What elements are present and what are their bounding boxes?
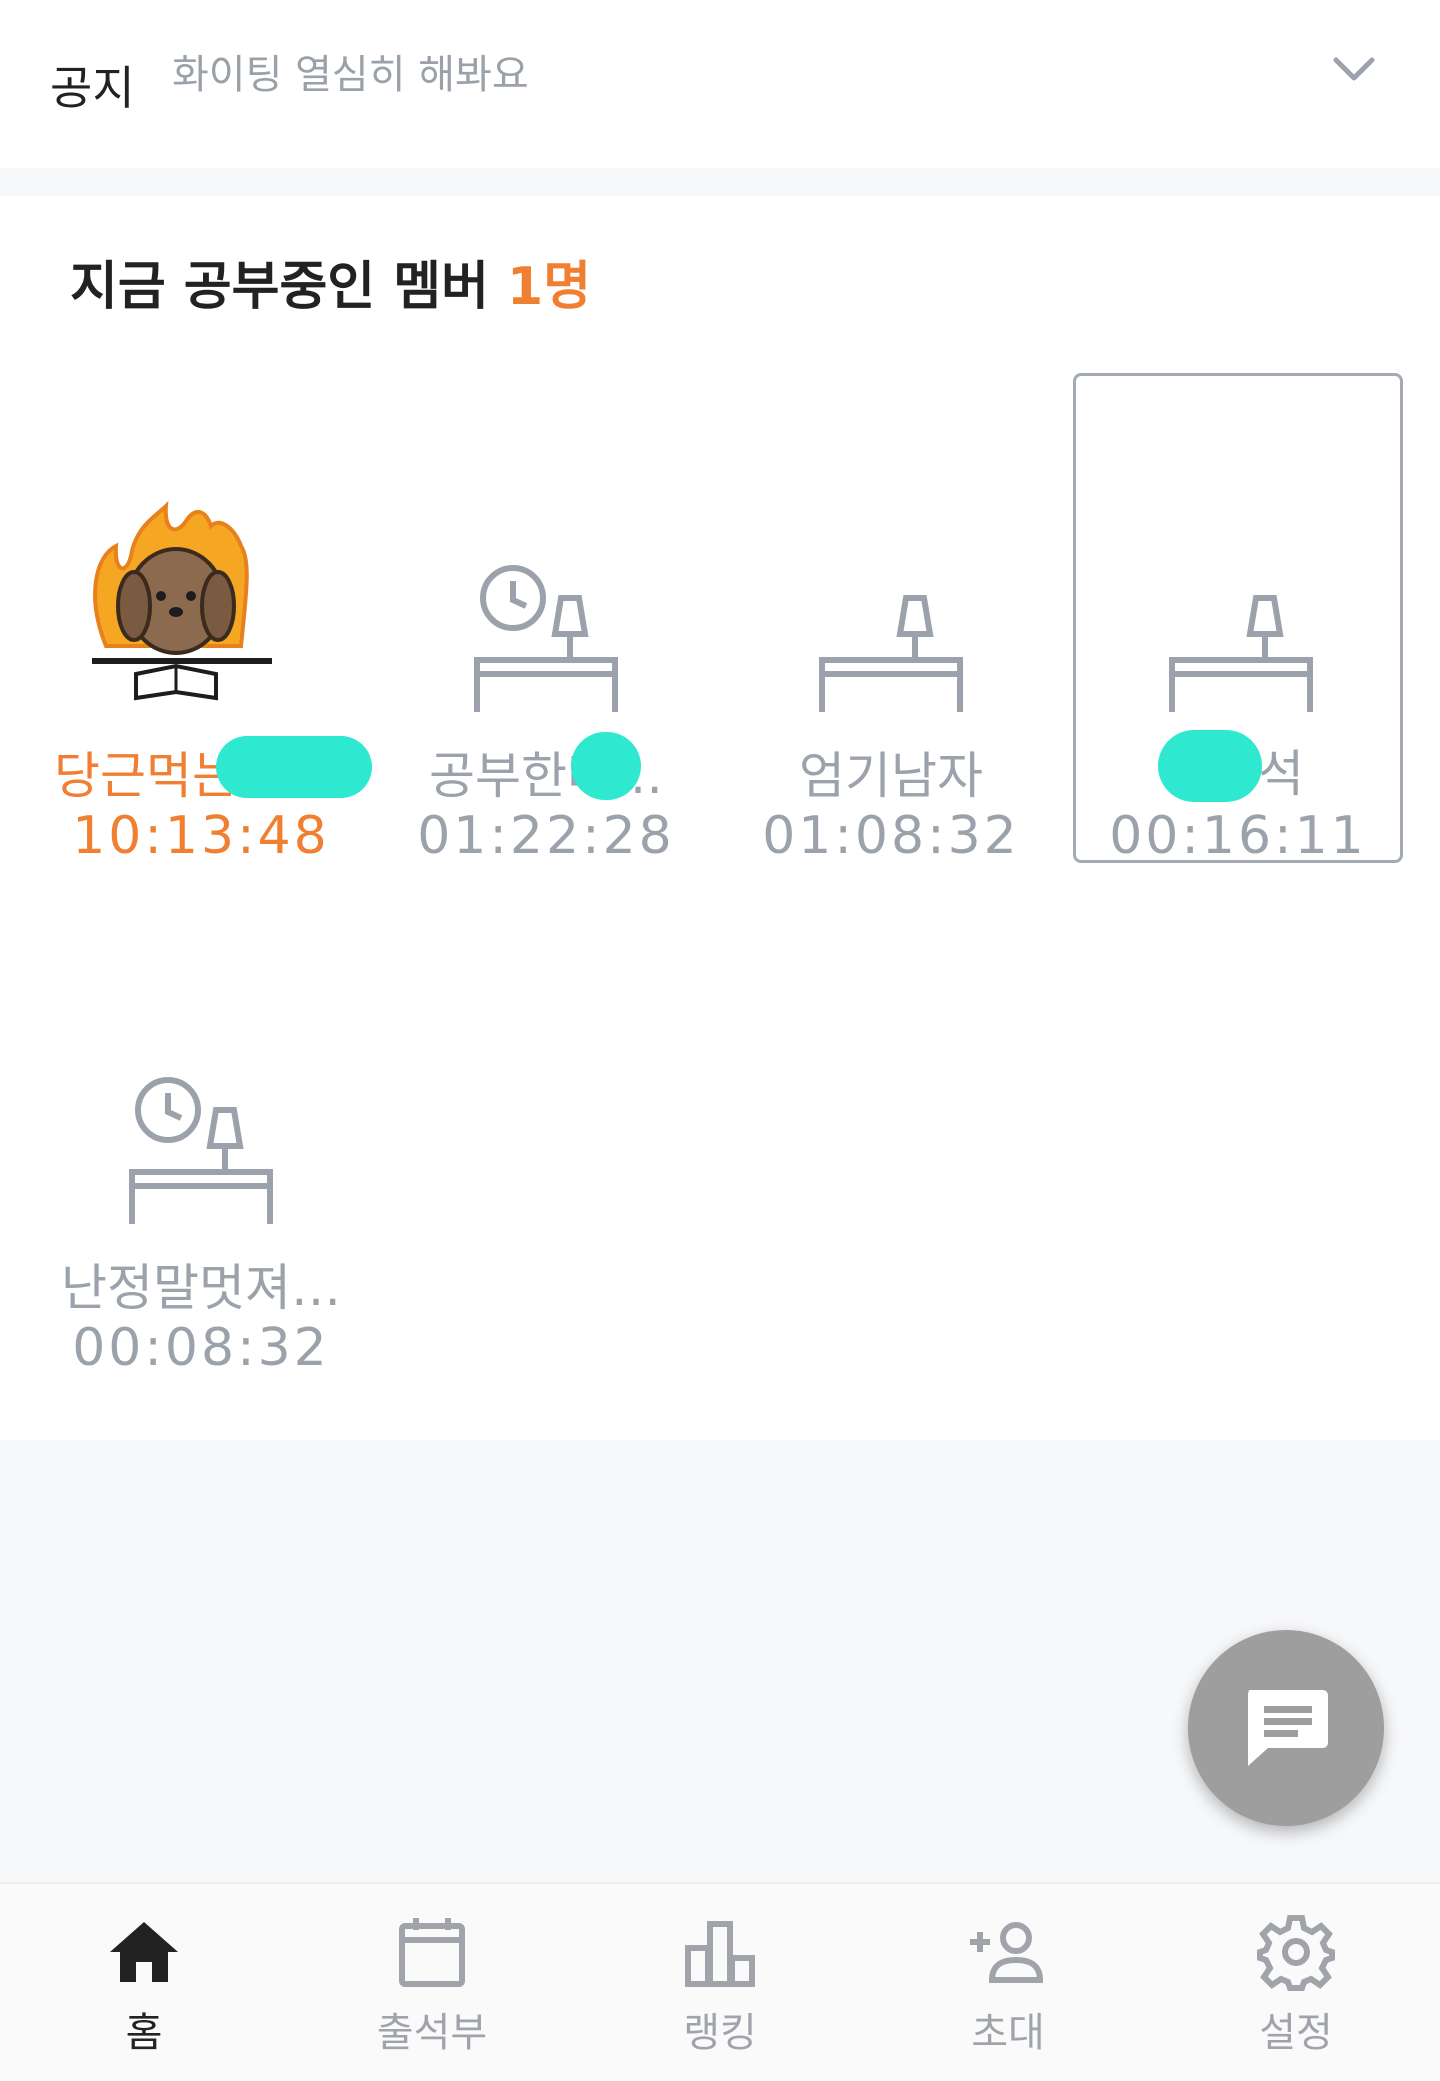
desk-icon bbox=[1169, 595, 1313, 712]
redaction-mark bbox=[571, 732, 641, 800]
study-time: 10:13:48 bbox=[72, 806, 330, 866]
member-card[interactable]: 엄기남자 01:08:32 bbox=[726, 436, 1056, 916]
member-name: 난정말멋져… bbox=[61, 1259, 341, 1317]
tab-label: 출석부 bbox=[376, 2010, 488, 2056]
chat-fab-button[interactable] bbox=[1188, 1630, 1384, 1826]
tab-invite[interactable]: 초대 bbox=[864, 1884, 1152, 2081]
study-time: 00:08:32 bbox=[72, 1318, 330, 1378]
tab-label: 랭킹 bbox=[683, 2010, 757, 2056]
notice-bar[interactable]: 공지 화이팅 열심히 해봐요 bbox=[0, 0, 1440, 168]
tab-attendance[interactable]: 출석부 bbox=[288, 1884, 576, 2081]
members-section: 지금 공부중인 멤버 1명 당근먹는 10:13:48 공부한다… 01:22:… bbox=[0, 196, 1440, 1440]
calendar-icon bbox=[399, 1918, 465, 1987]
chat-icon bbox=[1248, 1690, 1328, 1766]
study-time: 00:16:11 bbox=[1109, 806, 1367, 866]
member-name: 엄기남자 bbox=[799, 747, 983, 805]
redaction-mark bbox=[1158, 730, 1262, 802]
tab-home[interactable]: 홈 bbox=[0, 1884, 288, 2081]
notice-label: 공지 bbox=[50, 61, 135, 115]
member-card[interactable]: 당근먹는 10:13:48 bbox=[36, 436, 372, 916]
home-icon bbox=[110, 1922, 178, 1982]
tab-ranking[interactable]: 랭킹 bbox=[576, 1884, 864, 2081]
desk-clock-icon bbox=[474, 565, 618, 712]
avatar-icon bbox=[92, 500, 272, 701]
tab-label: 홈 bbox=[125, 2010, 163, 2056]
tab-settings[interactable]: 설정 bbox=[1152, 1884, 1440, 2081]
member-name: 공부한다… bbox=[429, 747, 663, 805]
notice-text: 화이팅 열심히 해봐요 bbox=[172, 52, 529, 98]
study-time: 01:22:28 bbox=[417, 806, 675, 866]
tab-label: 초대 bbox=[971, 2010, 1045, 2056]
redaction-mark bbox=[216, 736, 372, 798]
tab-label: 설정 bbox=[1259, 2010, 1333, 2056]
section-title-text: 지금 공부중인 멤버 bbox=[70, 257, 489, 317]
desk-clock-icon bbox=[129, 1077, 273, 1224]
ranking-icon bbox=[685, 1921, 755, 1987]
chevron-down-icon[interactable] bbox=[1330, 46, 1378, 94]
study-time: 01:08:32 bbox=[762, 806, 1020, 866]
add-person-icon bbox=[970, 1922, 1044, 1983]
gear-icon bbox=[1257, 1915, 1335, 1991]
member-card[interactable]: 공부한다… 01:22:28 bbox=[381, 436, 711, 916]
studying-count: 1명 bbox=[507, 257, 592, 317]
desk-icon bbox=[819, 595, 963, 712]
member-card-selected[interactable]: 석 00:16:11 bbox=[1073, 373, 1403, 866]
bottom-tab-bar: 홈 출석부 랭킹 초대 설정 bbox=[0, 1882, 1440, 2081]
section-title: 지금 공부중인 멤버 1명 bbox=[70, 244, 591, 319]
member-card[interactable]: 난정말멋져… 00:08:32 bbox=[36, 948, 366, 1428]
